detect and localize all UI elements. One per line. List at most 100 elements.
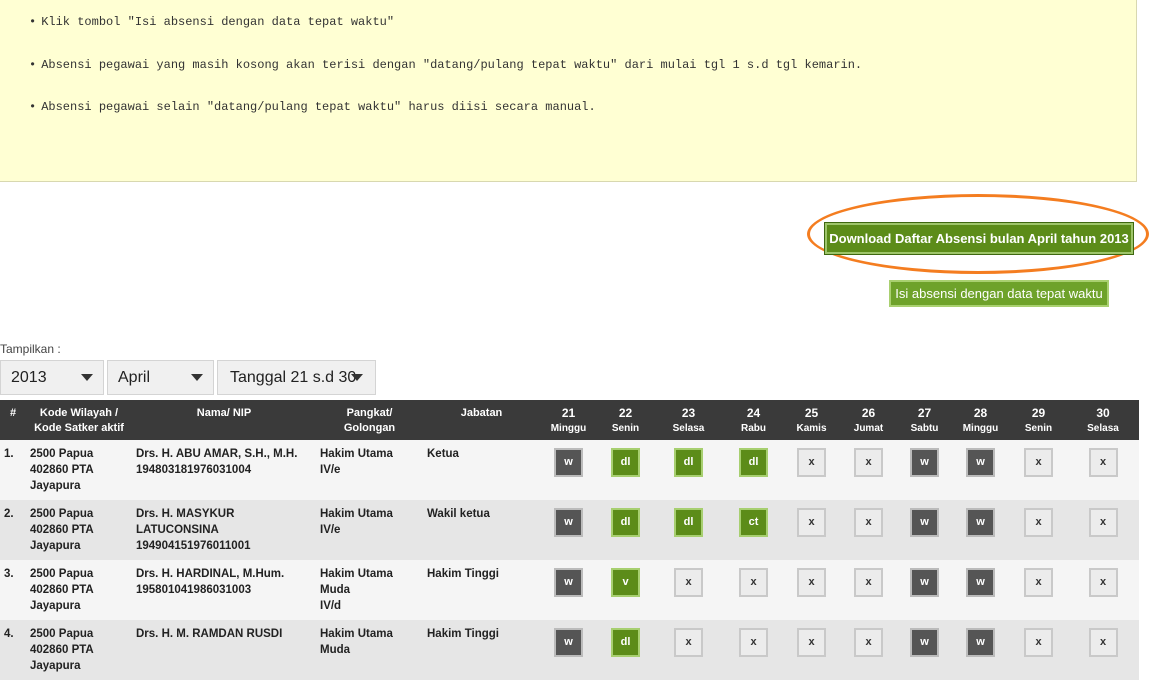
- cell-jabatan-line: Wakil ketua: [427, 508, 490, 520]
- day-cell: x: [784, 440, 839, 500]
- cell-kode: 2500 Papua 402860 PTA Jayapura: [26, 620, 132, 680]
- attendance-code-button[interactable]: w: [910, 628, 939, 657]
- attendance-code-button[interactable]: x: [1088, 568, 1118, 597]
- download-attendance-button[interactable]: Download Daftar Absensi bulan April tahu…: [825, 223, 1133, 254]
- cell-kode: 2500 Papua 402860 PTA Jayapura: [26, 440, 132, 500]
- table-row: 4. 2500 Papua 402860 PTA Jayapura Drs. H. M.…: [0, 620, 1139, 680]
- attendance-code-button[interactable]: x: [1088, 448, 1118, 477]
- attendance-code-button[interactable]: x: [797, 508, 826, 537]
- attendance-code-button[interactable]: ct: [739, 508, 768, 537]
- cell-kode-line: 402860 PTA: [30, 644, 94, 656]
- day-cell: x: [1010, 560, 1067, 620]
- day-cell: dl: [597, 440, 654, 500]
- attendance-code-button[interactable]: w: [554, 508, 583, 537]
- attendance-code-button[interactable]: w: [554, 448, 583, 477]
- day-cell: x: [1067, 620, 1139, 680]
- cell-nama-line: LATUCONSINA: [136, 524, 219, 536]
- day-cell: x: [784, 560, 839, 620]
- day-name: Sabtu: [910, 423, 939, 434]
- attendance-code-button[interactable]: dl: [611, 628, 640, 657]
- cell-no: 2.: [0, 500, 26, 560]
- attendance-code-button[interactable]: x: [674, 568, 703, 597]
- attendance-code-button[interactable]: w: [966, 628, 995, 657]
- cell-nama-line: 194904151976011001: [136, 540, 251, 552]
- attendance-code-button[interactable]: x: [854, 628, 883, 657]
- cell-kode-line: 2500 Papua: [30, 448, 94, 460]
- instruction-line: • Absensi pegawai selain "datang/pulang t…: [29, 100, 596, 114]
- day-cell: w: [951, 560, 1010, 620]
- attendance-code-button[interactable]: dl: [674, 508, 703, 537]
- year-select[interactable]: 2013: [0, 360, 104, 395]
- attendance-code-button[interactable]: x: [854, 448, 883, 477]
- col-header-pangkat: Pangkat/Golongan: [316, 400, 423, 440]
- date-range-select[interactable]: Tanggal 21 s.d 30: [217, 360, 376, 395]
- cell-kode: 2500 Papua 402860 PTA Jayapura: [26, 500, 132, 560]
- attendance-code-button[interactable]: x: [1088, 508, 1118, 537]
- col-header-no: #: [0, 400, 26, 440]
- instruction-line: • Absensi pegawai yang masih kosong akan …: [29, 58, 862, 72]
- display-label: Tampilkan :: [0, 342, 61, 356]
- day-number: 26: [861, 406, 876, 420]
- month-select[interactable]: April: [107, 360, 214, 395]
- day-cell: x: [723, 560, 784, 620]
- attendance-code-button[interactable]: w: [554, 568, 583, 597]
- attendance-code-button[interactable]: x: [1024, 628, 1053, 657]
- attendance-code-button[interactable]: x: [1088, 628, 1118, 657]
- attendance-code-button[interactable]: x: [1024, 568, 1053, 597]
- attendance-code-button[interactable]: w: [966, 448, 995, 477]
- attendance-code-button[interactable]: w: [966, 508, 995, 537]
- date-range-value: Tanggal 21 s.d 30: [230, 368, 357, 386]
- attendance-code-button[interactable]: v: [611, 568, 640, 597]
- header-line: Kode Satker aktif: [34, 422, 124, 434]
- attendance-code-button[interactable]: x: [739, 568, 768, 597]
- day-cell: w: [540, 440, 597, 500]
- day-name: Selasa: [1087, 423, 1119, 434]
- cell-nama-line: Drs. H. MASYKUR: [136, 508, 235, 520]
- day-name: Selasa: [672, 423, 705, 434]
- attendance-code-button[interactable]: w: [554, 628, 583, 657]
- col-header-day: 23 Selasa: [654, 400, 723, 440]
- attendance-code-button[interactable]: x: [674, 628, 703, 657]
- cell-pangkat-line: Muda: [320, 584, 351, 596]
- attendance-code-button[interactable]: w: [910, 448, 939, 477]
- instruction-line: • Klik tombol "Isi absensi dengan data te…: [29, 15, 394, 29]
- attendance-code-button[interactable]: x: [854, 568, 883, 597]
- attendance-code-button[interactable]: x: [797, 448, 826, 477]
- attendance-code-button[interactable]: dl: [739, 448, 768, 477]
- day-cell: w: [951, 620, 1010, 680]
- attendance-code-button[interactable]: x: [854, 508, 883, 537]
- cell-kode: 2500 Papua 402860 PTA Jayapura: [26, 560, 132, 620]
- col-header-day: 30 Selasa: [1067, 400, 1139, 440]
- col-header-kode: Kode Wilayah / Kode Satker aktif: [26, 400, 132, 440]
- attendance-code-button[interactable]: dl: [611, 448, 640, 477]
- cell-kode-line: 402860 PTA: [30, 584, 94, 596]
- table-row: 3. 2500 Papua 402860 PTA Jayapura Drs. H. HA…: [0, 560, 1139, 620]
- day-name: Senin: [611, 423, 640, 434]
- day-cell: dl: [597, 620, 654, 680]
- attendance-code-button[interactable]: w: [910, 568, 939, 597]
- attendance-code-button[interactable]: w: [966, 568, 995, 597]
- day-cell: x: [723, 620, 784, 680]
- cell-no-line: 2.: [4, 508, 14, 520]
- cell-jabatan: Hakim Tinggi: [423, 620, 540, 680]
- col-header-day: 26 Jumat: [839, 400, 898, 440]
- attendance-code-button[interactable]: x: [797, 568, 826, 597]
- attendance-code-button[interactable]: x: [739, 628, 768, 657]
- attendance-code-button[interactable]: dl: [674, 448, 703, 477]
- bullet: •: [29, 58, 37, 72]
- cell-nama: Drs. H. HARDINAL, M.Hum. 1958010419860310…: [132, 560, 316, 620]
- col-header-day: 28 Minggu: [951, 400, 1010, 440]
- attendance-code-button[interactable]: x: [1024, 448, 1053, 477]
- fill-on-time-button[interactable]: Isi absensi dengan data tepat waktu: [889, 280, 1109, 307]
- attendance-code-button[interactable]: x: [1024, 508, 1053, 537]
- day-number: 29: [1031, 406, 1046, 420]
- chevron-down-icon: [191, 374, 203, 381]
- day-number: 28: [973, 406, 988, 420]
- cell-pangkat-line: IV/d: [320, 600, 342, 612]
- attendance-code-button[interactable]: dl: [611, 508, 640, 537]
- cell-pangkat-line: Hakim Utama: [320, 568, 393, 580]
- day-cell: w: [898, 500, 951, 560]
- attendance-code-button[interactable]: x: [797, 628, 826, 657]
- day-cell: dl: [654, 440, 723, 500]
- attendance-code-button[interactable]: w: [910, 508, 939, 537]
